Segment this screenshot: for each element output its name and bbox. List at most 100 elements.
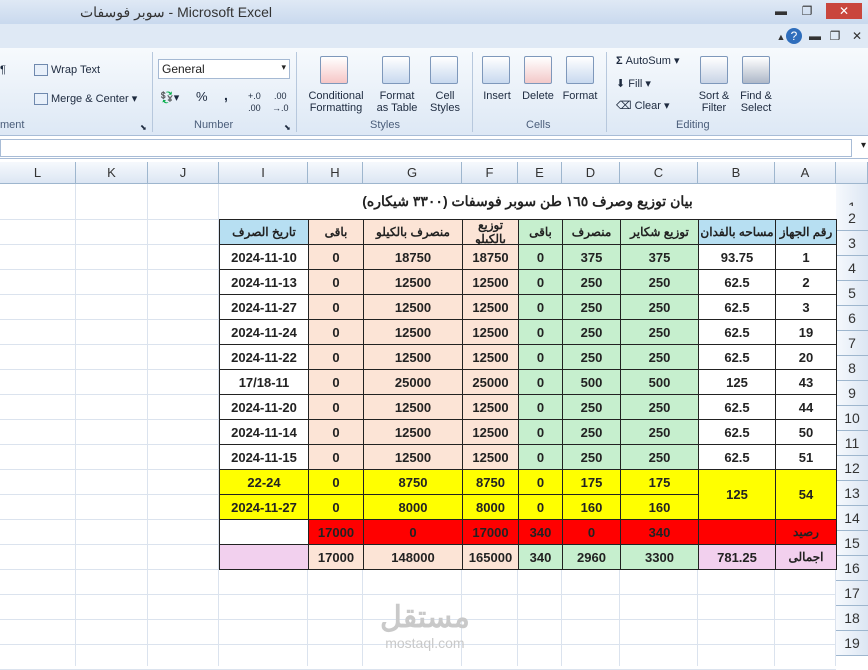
gridline: [0, 594, 836, 595]
wrap-text-button[interactable]: Wrap Text: [34, 64, 101, 77]
format-as-table-button[interactable]: Format as Table: [370, 90, 424, 114]
number-dialog-icon[interactable]: ⬊: [284, 122, 291, 134]
row-header-6[interactable]: 6: [836, 306, 868, 331]
row-header-9[interactable]: 9: [836, 381, 868, 406]
total-cell-f: 165000: [462, 544, 519, 570]
column-header-l[interactable]: L: [0, 162, 76, 184]
row-header-10[interactable]: 10: [836, 406, 868, 431]
row-header-15[interactable]: 15: [836, 531, 868, 556]
table-cell-g: 8750: [363, 469, 463, 495]
row-header-14[interactable]: 14: [836, 506, 868, 531]
clear-button[interactable]: ⌫ Clear ▾: [616, 100, 670, 112]
autosum-button[interactable]: Σ AutoSum ▾: [616, 55, 680, 67]
column-header-a[interactable]: A: [775, 162, 836, 184]
column-header-c[interactable]: C: [620, 162, 698, 184]
table-cell-a: 51: [775, 444, 837, 470]
restore-icon[interactable]: ❐: [798, 3, 816, 19]
cell-styles-button[interactable]: Cell Styles: [424, 90, 466, 114]
table-cell-f: 12500: [462, 344, 519, 370]
find-select-button[interactable]: Find & Select: [736, 90, 776, 114]
row-header-11[interactable]: 11: [836, 431, 868, 456]
sort-filter-button[interactable]: Sort & Filter: [694, 90, 734, 114]
table-cell-c: 375: [620, 244, 699, 270]
close-icon[interactable]: ✕: [826, 3, 862, 19]
row-header-2[interactable]: 2: [836, 206, 868, 231]
table-cell-a: 44: [775, 394, 837, 420]
table-cell-b: 62.5: [698, 294, 776, 320]
table-cell-c: 250: [620, 294, 699, 320]
minimize-icon[interactable]: ▬: [772, 3, 790, 19]
table-cell-h: 0: [308, 319, 364, 345]
decrease-decimal-icon[interactable]: .00 →.0: [272, 90, 289, 114]
row-header-3[interactable]: 3: [836, 231, 868, 256]
row-header-8[interactable]: 8: [836, 356, 868, 381]
fill-button[interactable]: ⬇ Fill ▾: [616, 78, 651, 90]
formula-input[interactable]: [0, 139, 852, 157]
table-cell-d: 250: [562, 419, 621, 445]
merged-area-cell: 125: [698, 469, 776, 520]
column-header-d[interactable]: D: [562, 162, 620, 184]
table-cell-h: 0: [308, 344, 364, 370]
table-cell-i: 17/18-11: [219, 369, 309, 395]
increase-decimal-icon[interactable]: +.0.00: [248, 90, 261, 114]
separator: [152, 52, 153, 132]
insert-button[interactable]: Insert: [478, 90, 516, 102]
expand-formula-icon[interactable]: ▾: [861, 140, 866, 151]
row-header-18[interactable]: 18: [836, 606, 868, 631]
table-cell-i: 22-24: [219, 469, 309, 495]
column-header-h[interactable]: H: [308, 162, 363, 184]
column-header-b[interactable]: B: [698, 162, 775, 184]
merge-center-button[interactable]: Merge & Center ▾: [34, 93, 137, 106]
percent-button[interactable]: %: [196, 90, 208, 103]
format-button[interactable]: Format: [558, 90, 602, 102]
column-header-f[interactable]: F: [462, 162, 518, 184]
select-all-corner[interactable]: [836, 162, 868, 184]
number-format-select[interactable]: General ▾: [158, 59, 290, 79]
format-cells-icon: [566, 56, 594, 84]
alignment-dialog-icon[interactable]: ⬊: [140, 122, 147, 134]
row-header-13[interactable]: 13: [836, 481, 868, 506]
number-format-value: General: [162, 62, 205, 76]
table-cell-a: 1: [775, 244, 837, 270]
insert-cells-icon: [482, 56, 510, 84]
column-header-k[interactable]: K: [76, 162, 148, 184]
currency-icon[interactable]: 💱▾: [160, 92, 179, 104]
delete-button[interactable]: Delete: [518, 90, 558, 102]
merge-center-label: Merge & Center: [51, 93, 129, 105]
conditional-formatting-button[interactable]: Conditional Formatting: [302, 90, 370, 114]
row-header-12[interactable]: 12: [836, 456, 868, 481]
balance-label: رصيد: [775, 519, 837, 545]
minimize-workbook-icon[interactable]: ▬: [806, 28, 824, 44]
autosum-label: AutoSum: [625, 55, 671, 67]
column-header-i[interactable]: I: [219, 162, 308, 184]
table-cell-e: 0: [518, 494, 563, 520]
row-header-5[interactable]: 5: [836, 281, 868, 306]
table-cell-d: 160: [562, 494, 621, 520]
table-cell-f: 12500: [462, 419, 519, 445]
row-header-7[interactable]: 7: [836, 331, 868, 356]
row-header-17[interactable]: 17: [836, 581, 868, 606]
row-header-16[interactable]: 16: [836, 556, 868, 581]
format-as-table-icon: [382, 56, 410, 84]
table-cell-i: 2024-11-27: [219, 294, 309, 320]
comma-button[interactable]: ,: [224, 88, 228, 102]
restore-workbook-icon[interactable]: ❐: [826, 28, 844, 44]
balance-cell-b: [698, 519, 776, 545]
table-cell-i: 2024-11-14: [219, 419, 309, 445]
sheet-title: بيان توزيع وصرف ١٦٥ طن سوبر فوسفات (٣٣٠٠…: [219, 184, 836, 219]
table-cell-i: 2024-11-20: [219, 394, 309, 420]
wrap-text-label: Wrap Text: [51, 64, 101, 76]
table-cell-i: 2024-11-13: [219, 269, 309, 295]
column-header-j[interactable]: J: [148, 162, 219, 184]
total-cell-e: 340: [518, 544, 563, 570]
align-icon[interactable]: ¶: [0, 64, 6, 76]
row-header-4[interactable]: 4: [836, 256, 868, 281]
close-workbook-icon[interactable]: ✕: [848, 28, 866, 44]
row-header-19[interactable]: 19: [836, 631, 868, 656]
table-header-a: رقم الجهاز: [775, 219, 837, 245]
table-cell-c: 250: [620, 444, 699, 470]
column-header-e[interactable]: E: [518, 162, 562, 184]
column-header-g[interactable]: G: [363, 162, 462, 184]
help-icon[interactable]: ?: [786, 28, 802, 44]
table-cell-a: 19: [775, 319, 837, 345]
